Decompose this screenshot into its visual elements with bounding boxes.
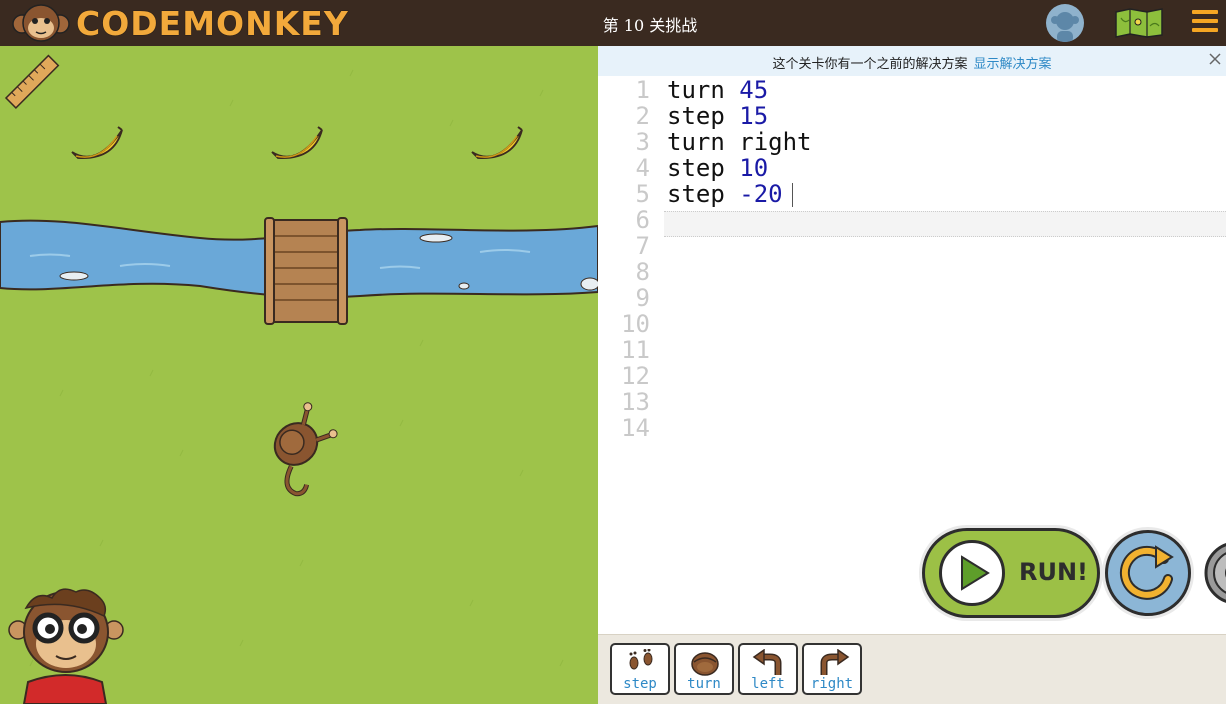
run-button[interactable]: RUN! <box>922 528 1100 618</box>
monkey-head-icon <box>691 652 719 676</box>
codemonkey-logo[interactable]: CODEMONKEY <box>10 2 349 44</box>
banana-icon <box>471 126 523 159</box>
line-number: 1 <box>635 76 650 104</box>
line-number: 9 <box>635 284 650 312</box>
command-label: right <box>810 676 854 692</box>
line-number: 14 <box>621 414 650 442</box>
code-argument: 10 <box>739 154 769 182</box>
ruler-icon[interactable] <box>4 54 60 109</box>
code-line[interactable]: step 10 <box>667 154 768 182</box>
code-command: step <box>667 180 725 208</box>
code-line[interactable]: turn right <box>667 128 812 156</box>
line-number: 7 <box>635 232 650 260</box>
code-line[interactable]: turn 45 <box>667 76 768 104</box>
command-label: turn <box>687 676 721 692</box>
line-number: 8 <box>635 258 650 286</box>
reset-button[interactable] <box>1105 530 1191 616</box>
code-command: step <box>667 102 725 130</box>
run-label: RUN! <box>1019 558 1088 586</box>
turn-command-button[interactable]: turn <box>674 643 734 695</box>
line-number: 6 <box>635 206 650 234</box>
user-avatar[interactable] <box>1046 4 1084 42</box>
avatar-icon <box>1051 12 1079 42</box>
turn-left-arrow-icon <box>752 649 782 675</box>
code-editor[interactable]: 1 2 3 4 5 6 7 8 9 10 11 12 13 14 turn 45… <box>598 76 1226 476</box>
guide-monkey-character[interactable] <box>8 588 124 704</box>
menu-bar <box>1192 10 1218 14</box>
footsteps-icon <box>629 649 653 670</box>
gear-icon <box>1204 543 1226 603</box>
line-number: 13 <box>621 388 650 416</box>
monkey-character <box>273 402 338 497</box>
text-cursor <box>792 183 793 207</box>
line-number: 2 <box>635 102 650 130</box>
grass-texture <box>29 69 564 667</box>
code-line[interactable]: step 15 <box>667 102 768 130</box>
close-icon[interactable] <box>1208 52 1222 66</box>
play-icon <box>961 555 990 591</box>
command-toolbar: step turn left right <box>598 634 1226 704</box>
code-argument: 15 <box>739 102 769 130</box>
left-command-button[interactable]: left <box>738 643 798 695</box>
command-label: step <box>623 676 657 692</box>
right-command-button[interactable]: right <box>802 643 862 695</box>
line-number: 3 <box>635 128 650 156</box>
code-argument: -20 <box>739 180 783 208</box>
step-command-button[interactable]: step <box>610 643 670 695</box>
top-bar: CODEMONKEY 第 10 关挑战 <box>0 0 1226 46</box>
reset-icon <box>1119 545 1174 600</box>
solution-notice: 这个关卡你有一个之前的解决方案 显示解决方案 <box>598 46 1226 76</box>
code-line[interactable]: step -20 <box>667 180 783 208</box>
banana-icon <box>271 126 323 159</box>
show-solution-link[interactable]: 显示解决方案 <box>974 57 1052 72</box>
menu-bar <box>1192 28 1218 32</box>
notice-text: 这个关卡你有一个之前的解决方案 <box>772 57 968 72</box>
line-number: 11 <box>621 336 650 364</box>
level-title: 第 10 关挑战 <box>602 16 698 35</box>
active-line-highlight <box>664 211 1226 237</box>
turn-right-arrow-icon <box>820 649 850 675</box>
monkey-logo-icon <box>12 4 70 42</box>
play-circle <box>939 540 1005 606</box>
settings-button[interactable] <box>1198 535 1226 611</box>
line-number: 10 <box>621 310 650 338</box>
code-argument: 45 <box>739 76 769 104</box>
banana-icon <box>71 126 123 159</box>
command-label: left <box>751 676 785 692</box>
wooden-bridge <box>264 217 348 325</box>
line-number: 5 <box>635 180 650 208</box>
line-number: 12 <box>621 362 650 390</box>
line-number: 4 <box>635 154 650 182</box>
notice-row: 这个关卡你有一个之前的解决方案 显示解决方案 <box>598 53 1226 72</box>
map-icon[interactable] <box>1114 8 1164 38</box>
menu-bar <box>1192 19 1218 23</box>
brand-name: CODEMONKEY <box>76 3 349 43</box>
code-command: turn <box>667 128 725 156</box>
code-argument: right <box>739 128 812 156</box>
menu-icon[interactable] <box>1192 10 1218 34</box>
code-command: step <box>667 154 725 182</box>
code-command: turn <box>667 76 725 104</box>
game-canvas <box>0 46 598 704</box>
